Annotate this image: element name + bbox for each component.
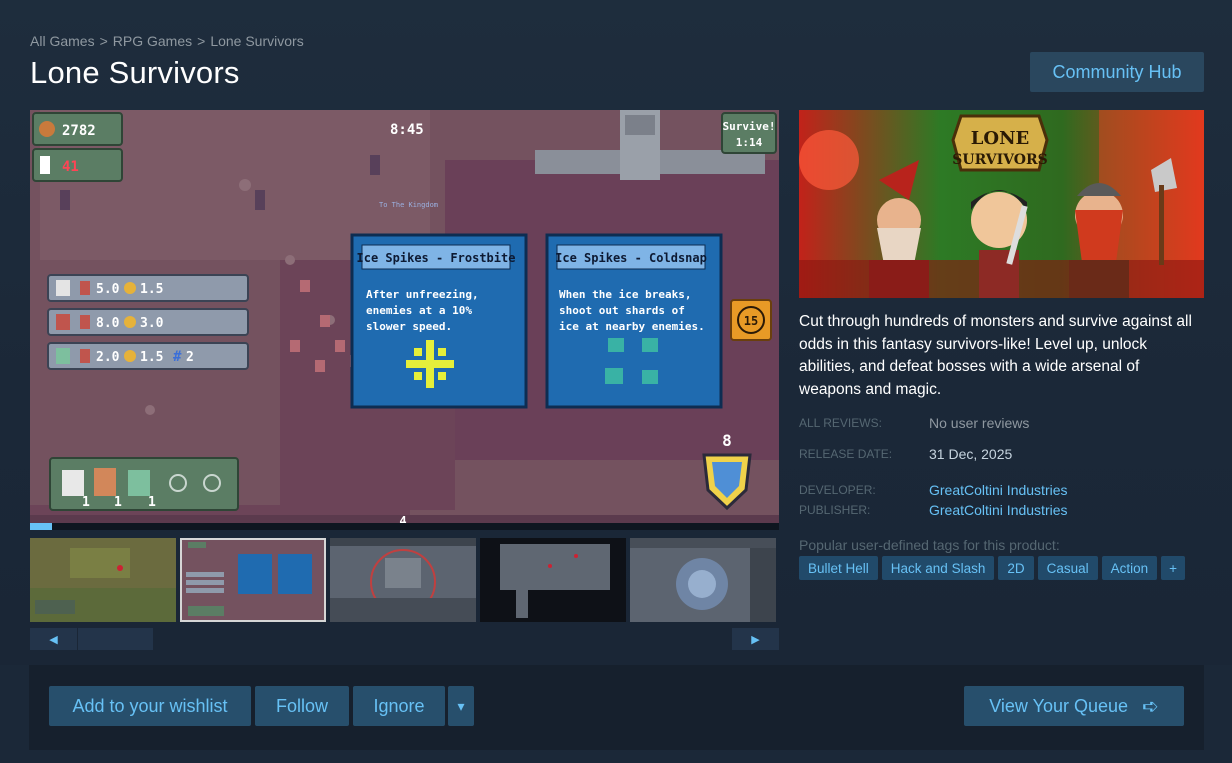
thumbnail-scrollbar: ◀ ▶ (30, 628, 779, 650)
capsule-logo-line-2: SURVIVORS (952, 152, 1047, 168)
ignore-dropdown-button[interactable]: ▾ (448, 686, 474, 726)
breadcrumb: All Games > RPG Games > Lone Survivors (30, 33, 304, 49)
release-date-value: 31 Dec, 2025 (929, 446, 1013, 462)
card-2-title: Ice Spikes - Coldsnap (555, 251, 707, 265)
card-2-line-1: When the ice breaks, (559, 288, 691, 301)
gameplay-scene: To The Kingdom 2782 41 8:45 Survive! 1:1… (30, 110, 779, 530)
thumbnail-strip (30, 538, 779, 622)
reviews-value: No user reviews (929, 415, 1030, 431)
card-2-line-2: shoot out shards of (559, 304, 685, 317)
weapon-3-damage: 2.0 (96, 350, 120, 365)
reviews-label: ALL REVIEWS: (799, 416, 882, 430)
weapon-3-cooldown: 1.5 (140, 350, 163, 365)
weapon-stats-panel: 5.0 8.0 2.0 1.5 3.0 1.5 # 2 (47, 274, 249, 370)
follow-button[interactable]: Follow (255, 686, 349, 726)
weapon-3-projectiles: 2 (186, 350, 194, 365)
weapon-1-cooldown: 1.5 (140, 282, 163, 297)
capsule-logo-line-1: LONE (971, 128, 1030, 149)
inventory-count-2: 1 (114, 495, 122, 510)
thumbnail-5[interactable] (630, 538, 776, 622)
breadcrumb-lone-survivors[interactable]: Lone Survivors (210, 33, 303, 49)
map-sign-text: To The Kingdom (379, 201, 438, 209)
game-description: Cut through hundreds of monsters and sur… (799, 313, 1192, 398)
scroll-left-button[interactable]: ◀ (30, 628, 77, 650)
release-date-label: RELEASE DATE: (799, 447, 893, 461)
thumbnail-2-selected[interactable] (180, 538, 326, 622)
reroll-count: 15 (744, 314, 758, 328)
scroll-right-button[interactable]: ▶ (732, 628, 779, 650)
publisher-link[interactable]: GreatColtini Industries (929, 502, 1068, 518)
tag-action[interactable]: Action (1101, 556, 1158, 580)
coin-count: 2782 (62, 123, 96, 139)
chest-count: 8 (722, 431, 732, 450)
card-1-title: Ice Spikes - Frostbite (357, 251, 516, 265)
tag-hack-and-slash[interactable]: Hack and Slash (881, 556, 995, 580)
breadcrumb-separator: > (99, 33, 108, 49)
survive-label: Survive! (723, 120, 776, 133)
game-timer: 8:45 (390, 122, 424, 138)
upgrade-card-coldsnap: Ice Spikes - Coldsnap When the ice break… (545, 233, 723, 409)
inventory-count-1: 1 (82, 495, 90, 510)
scrollbar-handle[interactable] (78, 628, 153, 650)
breadcrumb-all-games[interactable]: All Games (30, 33, 95, 49)
card-1-line-1: After unfreezing, (366, 288, 479, 301)
thumbnail-4[interactable] (480, 538, 626, 622)
media-progress-bar (30, 523, 779, 530)
developer-label: DEVELOPER: (799, 483, 876, 497)
inventory-count-3: 1 (148, 495, 156, 510)
main-screenshot[interactable]: To The Kingdom 2782 41 8:45 Survive! 1:1… (30, 110, 779, 530)
weapon-1-damage: 5.0 (96, 282, 120, 297)
tag-more-button[interactable]: + (1161, 556, 1186, 580)
card-2-line-3: ice at nearby enemies. (559, 320, 705, 333)
game-capsule-image: LONE SURVIVORS (799, 110, 1204, 298)
add-to-wishlist-button[interactable]: Add to your wishlist (49, 686, 251, 726)
arrow-right-icon: ➪ (1142, 695, 1159, 718)
view-queue-button[interactable]: View Your Queue ➪ (964, 686, 1184, 726)
tag-2d[interactable]: 2D (998, 556, 1034, 580)
tag-casual[interactable]: Casual (1037, 556, 1098, 580)
publisher-label: PUBLISHER: (799, 503, 871, 517)
thumbnail-3[interactable] (330, 538, 476, 622)
page-title: Lone Survivors (30, 55, 240, 90)
card-1-line-3: slower speed. (366, 320, 452, 333)
tag-bullet-hell[interactable]: Bullet Hell (799, 556, 878, 580)
thumbnail-1[interactable] (30, 538, 176, 622)
card-1-line-2: enemies at a 10% (366, 304, 472, 317)
tags-label: Popular user-defined tags for this produ… (799, 537, 1060, 553)
view-queue-label: View Your Queue (989, 695, 1128, 716)
breadcrumb-rpg-games[interactable]: RPG Games (113, 33, 192, 49)
breadcrumb-separator: > (197, 33, 206, 49)
media-progress-fill (30, 523, 53, 530)
svg-text:#: # (173, 349, 182, 365)
upgrade-card-frostbite: Ice Spikes - Frostbite After unfreezing,… (350, 233, 528, 409)
ignore-button[interactable]: Ignore (353, 686, 445, 726)
weapon-2-cooldown: 3.0 (140, 316, 164, 331)
survive-time: 1:14 (736, 136, 763, 149)
community-hub-button[interactable]: Community Hub (1030, 52, 1204, 92)
kill-count: 41 (62, 159, 79, 175)
weapon-2-damage: 8.0 (96, 316, 120, 331)
purchase-action-bar: Add to your wishlist Follow Ignore ▾ Vie… (29, 665, 1204, 750)
developer-link[interactable]: GreatColtini Industries (929, 482, 1068, 498)
tags-list: Bullet Hell Hack and Slash 2D Casual Act… (799, 556, 1186, 580)
capsule-artwork: LONE SURVIVORS (799, 110, 1204, 298)
